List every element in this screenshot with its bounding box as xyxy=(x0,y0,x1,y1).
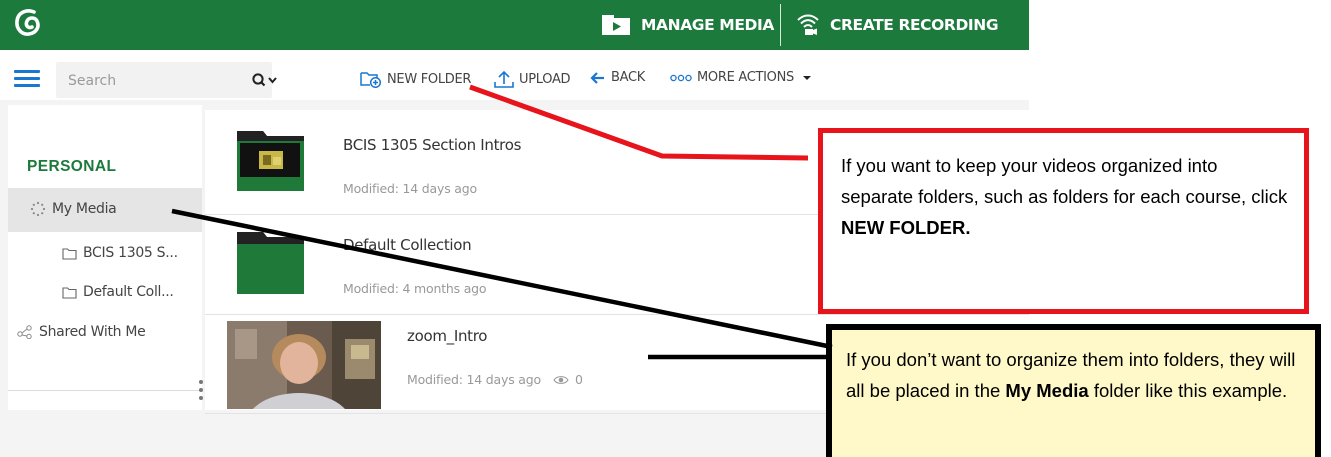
callout-bold-text: NEW FOLDER. xyxy=(841,217,971,238)
media-item-meta: Modified: 14 days ago 0 xyxy=(407,372,583,387)
header-divider xyxy=(780,4,781,46)
sidebar-item-bcis-folder[interactable]: BCIS 1305 S... xyxy=(62,245,178,261)
sidebar-footer xyxy=(8,390,202,410)
search-icon[interactable] xyxy=(252,72,280,90)
sidebar-item-label: BCIS 1305 S... xyxy=(83,245,178,261)
sidebar-item-my-media[interactable]: My Media xyxy=(30,201,117,217)
manage-media-label: MANAGE MEDIA xyxy=(641,16,774,34)
sidebar-item-default-collection[interactable]: Default Coll... xyxy=(62,284,174,300)
create-recording-button[interactable]: CREATE RECORDING xyxy=(796,0,999,50)
film-icon xyxy=(602,15,630,35)
manage-media-button[interactable]: MANAGE MEDIA xyxy=(601,0,774,50)
media-item-meta: Modified: 14 days ago xyxy=(343,181,477,196)
media-item-modified: Modified: 14 days ago xyxy=(407,372,541,387)
new-folder-icon xyxy=(360,72,382,88)
upload-button[interactable]: UPLOAD xyxy=(494,70,571,88)
new-folder-callout: If you want to keep your videos organize… xyxy=(818,128,1309,314)
folder-icon xyxy=(62,286,77,299)
folder-thumbnail[interactable] xyxy=(237,131,304,196)
media-item-title[interactable]: zoom_Intro xyxy=(407,327,487,345)
upload-label: UPLOAD xyxy=(519,71,571,87)
media-item-title[interactable]: BCIS 1305 Section Intros xyxy=(343,136,521,154)
sidebar-item-shared-with-me[interactable]: Shared With Me xyxy=(17,324,146,340)
back-button[interactable]: BACK xyxy=(590,70,645,85)
more-dots-icon xyxy=(670,74,692,81)
sidebar-item-label: My Media xyxy=(52,201,117,217)
resize-handle-icon[interactable] xyxy=(199,380,203,404)
upload-icon xyxy=(494,70,514,88)
app-header: MANAGE MEDIA CREATE RECORDING xyxy=(0,0,1029,50)
video-thumbnail[interactable] xyxy=(227,321,381,409)
back-arrow-icon xyxy=(590,71,604,84)
my-media-callout: If you don’t want to organize them into … xyxy=(826,324,1321,457)
folder-thumbnail[interactable] xyxy=(237,232,304,299)
sidebar-item-label: Shared With Me xyxy=(39,324,146,340)
media-item-title[interactable]: Default Collection xyxy=(343,236,472,254)
more-actions-button[interactable]: MORE ACTIONS xyxy=(670,70,819,85)
row-divider xyxy=(205,314,1029,315)
callout-text-end: folder like this example. xyxy=(1088,380,1288,401)
callout-text: If you want to keep your videos organize… xyxy=(841,155,1288,207)
sidebar-item-label: Default Coll... xyxy=(83,284,174,300)
eye-icon xyxy=(553,375,569,384)
sidebar-section-title: PERSONAL xyxy=(27,158,117,175)
search-input[interactable] xyxy=(68,71,238,91)
callout-bold-text: My Media xyxy=(1005,380,1089,401)
create-recording-label: CREATE RECORDING xyxy=(830,16,999,34)
loader-icon xyxy=(30,201,46,217)
folder-icon xyxy=(62,247,77,260)
view-count: 0 xyxy=(574,372,583,387)
share-icon xyxy=(17,325,32,339)
menu-icon[interactable] xyxy=(14,70,40,87)
caret-down-icon xyxy=(802,75,811,80)
wifi-camera-icon xyxy=(797,14,819,35)
media-item-meta: Modified: 4 months ago xyxy=(343,281,487,296)
more-actions-label: MORE ACTIONS xyxy=(697,70,794,85)
new-folder-label: NEW FOLDER xyxy=(387,71,472,87)
app-logo-icon[interactable] xyxy=(12,7,44,41)
back-label: BACK xyxy=(611,70,645,85)
new-folder-button[interactable]: NEW FOLDER xyxy=(360,70,471,88)
search-box xyxy=(56,62,277,98)
